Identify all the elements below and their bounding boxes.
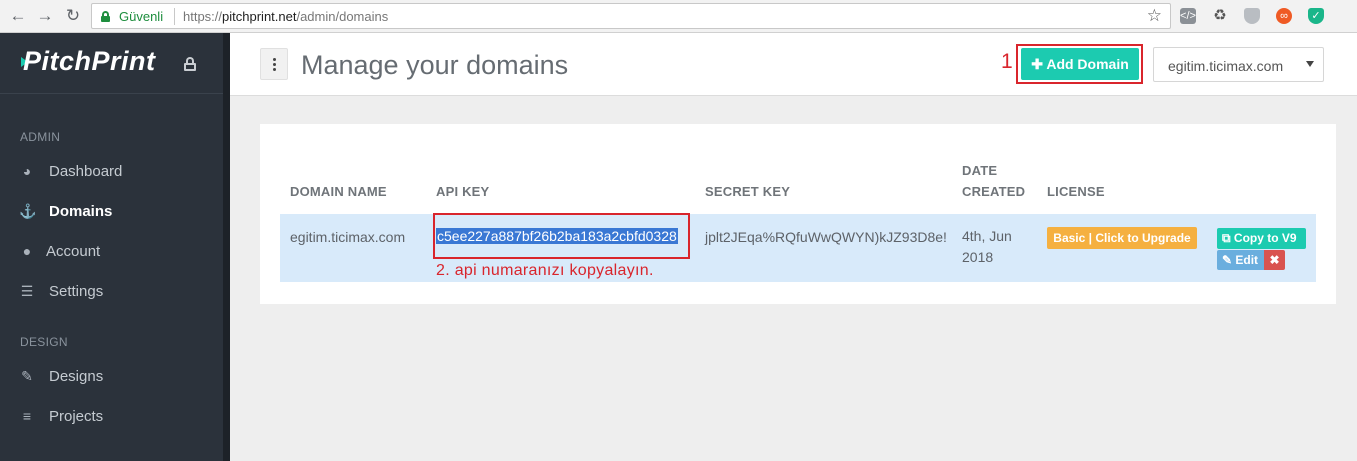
shield-icon[interactable] (1244, 8, 1260, 24)
bookmark-star-icon[interactable]: ☆ (1147, 6, 1162, 26)
sidebar-item-dashboard[interactable]: ◕ Dashboard (0, 153, 223, 189)
license-upgrade-button[interactable]: Basic | Click to Upgrade (1047, 227, 1197, 249)
add-domain-button[interactable]: ✚ Add Domain (1021, 48, 1139, 80)
domains-card: DOMAIN NAME API KEY SECRET KEY DATE CREA… (260, 124, 1336, 304)
browser-toolbar: ← → ↻ Güvenli https://pitchprint.net/adm… (0, 0, 1357, 33)
copy-to-v9-button[interactable]: ⧉ Copy to V9 (1217, 228, 1306, 249)
step-2-annotation: 2. api numaranızı kopyalayın. (436, 262, 654, 279)
header-domain-name: DOMAIN NAME (290, 184, 387, 199)
sidebar-item-label: Dashboard (49, 163, 123, 180)
close-icon: ✖ (1269, 253, 1280, 267)
plus-icon: ✚ (1031, 56, 1047, 72)
edit-label: Edit (1235, 253, 1259, 267)
edit-button[interactable]: ✎ Edit (1217, 250, 1264, 270)
menu-toggle-button[interactable] (260, 48, 288, 80)
pencil-icon: ✎ (1222, 253, 1236, 267)
url-text[interactable]: https://pitchprint.net/admin/domains (183, 9, 388, 24)
step-1-annotation: 1 (1001, 50, 1013, 73)
sidebar-scrollbar[interactable] (223, 33, 230, 461)
copy-label: Copy to V9 (1233, 231, 1297, 245)
sidebar-item-account[interactable]: ● Account (0, 233, 223, 269)
brand-header: PitchPrint (0, 33, 223, 94)
cell-domain-name: egitim.ticimax.com (290, 229, 406, 245)
domain-select[interactable]: egitim.ticimax.com (1153, 47, 1324, 82)
add-domain-label: Add Domain (1046, 56, 1129, 72)
code-icon[interactable]: </> (1180, 8, 1196, 24)
cell-secret-key[interactable]: jplt2JEqa%RQfuWwQWYN)kJZ93D8e! (705, 229, 947, 245)
sidebar: PitchPrint ADMIN ◕ Dashboard ⚓ Domains ●… (0, 33, 223, 461)
secure-lock-icon (101, 11, 110, 22)
header-secret-key: SECRET KEY (705, 184, 791, 199)
domain-select-value: egitim.ticimax.com (1168, 58, 1284, 74)
sidebar-item-label: Projects (49, 408, 104, 425)
section-label-design: DESIGN (20, 335, 68, 349)
list-icon: ≡ (22, 408, 32, 424)
page-header: Manage your domains 1 ✚ Add Domain egiti… (230, 33, 1357, 96)
vpn-shield-icon[interactable]: ✓ (1308, 8, 1324, 24)
sidebar-item-label: Domains (49, 203, 113, 220)
user-icon: ● (22, 243, 32, 259)
sliders-icon: ☰ (20, 283, 34, 299)
page-title: Manage your domains (301, 50, 569, 80)
delete-button[interactable]: ✖ (1264, 250, 1285, 270)
sidebar-item-label: Designs (49, 368, 104, 385)
brand-logo[interactable]: PitchPrint (23, 46, 156, 77)
edit-icon: ✎ (21, 368, 33, 384)
forward-arrow-icon[interactable]: → (35, 6, 55, 26)
address-bar[interactable]: Güvenli https://pitchprint.net/admin/dom… (91, 3, 1171, 29)
sidebar-item-label: Settings (49, 283, 104, 300)
secure-label: Güvenli (119, 9, 164, 24)
infinity-icon[interactable]: ∞ (1276, 8, 1292, 24)
reload-icon[interactable]: ↻ (63, 6, 83, 26)
sidebar-item-settings[interactable]: ☰ Settings (0, 273, 223, 309)
lock-icon[interactable] (184, 57, 196, 71)
section-label-admin: ADMIN (20, 130, 61, 144)
sidebar-item-label: Account (46, 243, 101, 260)
caret-down-icon (1306, 61, 1314, 67)
sidebar-item-domains[interactable]: ⚓ Domains (0, 193, 223, 229)
header-api-key: API KEY (436, 184, 490, 199)
cell-date-created: 4th, Jun 2018 (962, 228, 1012, 265)
header-date-created: DATE CREATED (962, 163, 1026, 199)
sidebar-item-projects[interactable]: ≡ Projects (0, 398, 223, 434)
url-divider (174, 8, 175, 25)
anchor-icon: ⚓ (19, 203, 37, 219)
header-license: LICENSE (1047, 184, 1105, 199)
dashboard-icon: ◕ (22, 163, 32, 179)
back-arrow-icon[interactable]: ← (8, 6, 28, 26)
copy-icon: ⧉ (1222, 231, 1234, 245)
cell-api-key-selected[interactable]: c5ee227a887bf26b2ba183a2cbfd0328 (436, 228, 678, 244)
sidebar-item-designs[interactable]: ✎ Designs (0, 358, 223, 394)
recycle-icon[interactable]: ♻ (1212, 8, 1228, 24)
